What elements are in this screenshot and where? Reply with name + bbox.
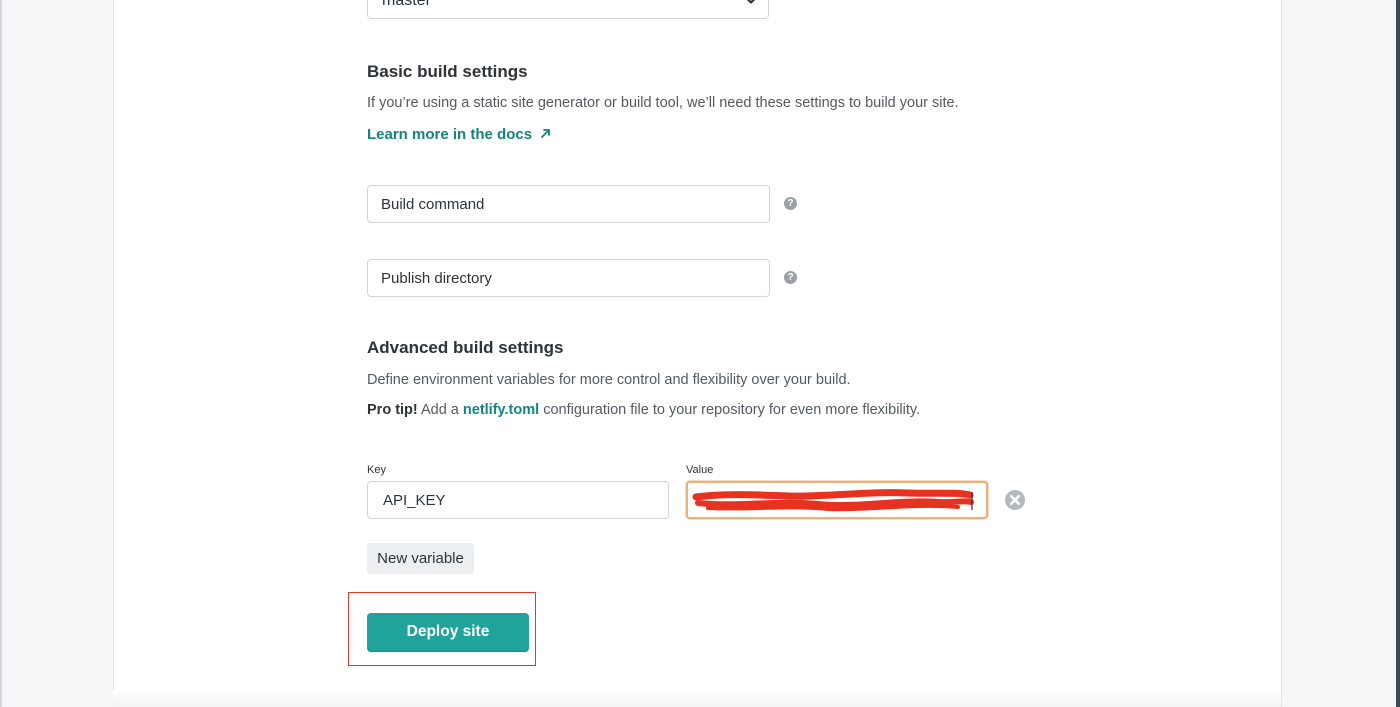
chevron-down-icon — [746, 0, 756, 4]
env-key-input[interactable]: API_KEY — [367, 481, 669, 519]
basic-build-settings-description: If you’re using a static site generator … — [367, 95, 959, 111]
window-left-edge — [0, 0, 2, 707]
basic-build-settings-heading: Basic build settings — [367, 62, 528, 81]
advanced-build-settings-heading: Advanced build settings — [367, 338, 564, 357]
publish-directory-placeholder: Publish directory — [381, 270, 492, 287]
key-label: Key — [367, 464, 386, 476]
build-command-help-icon[interactable]: ? — [784, 197, 797, 210]
build-command-placeholder: Build command — [381, 196, 485, 213]
advanced-build-settings-description: Define environment variables for more co… — [367, 372, 851, 388]
pro-tip-after: configuration file to your repository fo… — [539, 402, 921, 418]
branch-select-value: master — [382, 0, 431, 9]
build-command-input[interactable]: Build command — [367, 185, 770, 223]
env-key-value: API_KEY — [383, 492, 446, 509]
value-label: Value — [686, 464, 714, 476]
env-value-input[interactable] — [686, 481, 988, 519]
card-bottom-shadow — [113, 690, 1281, 707]
deploy-site-button[interactable]: Deploy site — [367, 613, 529, 651]
publish-directory-help-icon[interactable]: ? — [784, 271, 797, 284]
pro-tip-label: Pro tip! — [367, 402, 418, 418]
pro-tip-text: Pro tip! Add a netlify.toml configuratio… — [367, 402, 920, 418]
window-right-edge — [1396, 0, 1400, 707]
publish-directory-input[interactable]: Publish directory — [367, 259, 770, 297]
new-variable-button[interactable]: New variable — [367, 543, 474, 574]
netlify-toml-link[interactable]: netlify.toml — [463, 402, 539, 418]
branch-select[interactable]: master — [367, 0, 769, 19]
close-circle-icon[interactable] — [1004, 489, 1026, 511]
pro-tip-before: Add a — [417, 402, 463, 418]
redaction-scribble — [692, 489, 974, 512]
external-arrow-icon — [540, 127, 551, 142]
learn-more-docs-link[interactable]: Learn more in the docs — [367, 126, 551, 143]
learn-more-docs-label: Learn more in the docs — [367, 126, 533, 143]
